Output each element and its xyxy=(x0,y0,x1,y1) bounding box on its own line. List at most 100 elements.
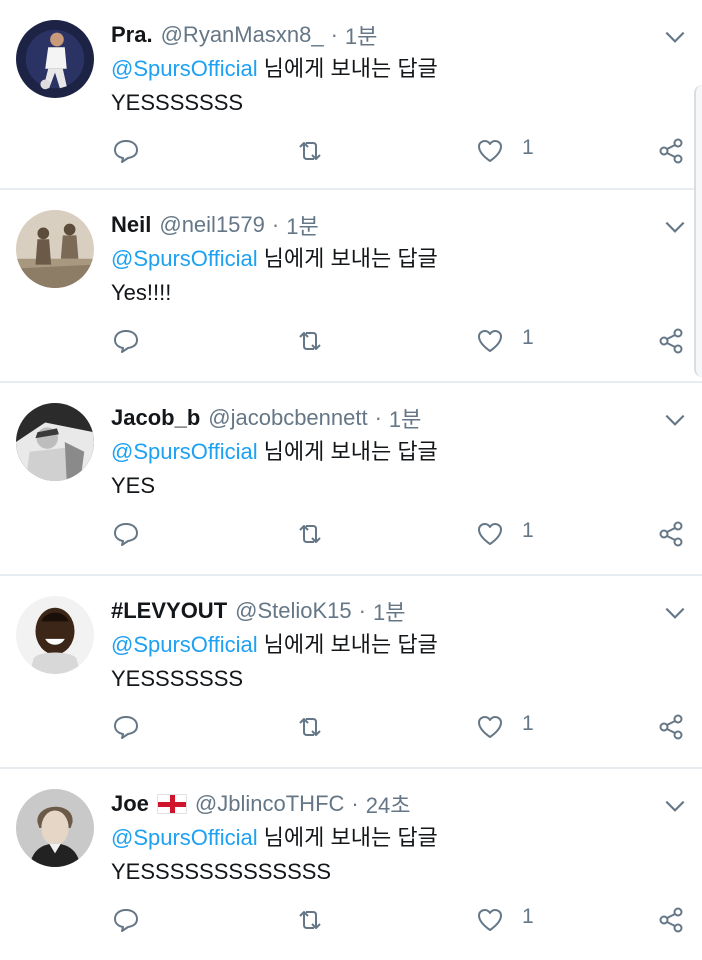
like-button[interactable]: 1 xyxy=(476,135,534,167)
share-icon xyxy=(659,521,683,547)
retweet-icon xyxy=(299,332,321,350)
tweet[interactable]: Neil @neil1579 · 1분 @SpursOfficial 님에게 보내… xyxy=(0,190,702,383)
separator-dot: · xyxy=(271,212,280,237)
mention-link[interactable]: @SpursOfficial xyxy=(111,439,258,464)
like-button[interactable]: 1 xyxy=(476,325,534,357)
separator-dot: · xyxy=(330,22,338,47)
share-button[interactable] xyxy=(658,711,686,743)
display-name[interactable]: Joe xyxy=(111,791,149,817)
tweet-header: Pra. @RyanMasxn8_ · 1분 xyxy=(111,20,377,50)
like-button[interactable]: 1 xyxy=(476,711,534,743)
retweet-button[interactable] xyxy=(296,135,324,167)
display-name[interactable]: Jacob_b xyxy=(111,405,200,431)
tweet[interactable]: Jacob_b @jacobcbennett · 1분 @SpursOffici… xyxy=(0,383,702,576)
tweet-header: Joe @JblincoTHFC · 24초 xyxy=(111,789,410,819)
timestamp[interactable]: 1분 xyxy=(286,209,318,241)
chevron-down-icon[interactable] xyxy=(662,24,688,50)
reply-context: @SpursOfficial 님에게 보내는 답글 xyxy=(111,54,438,84)
reply-context-label: 님에게 보내는 답글 xyxy=(263,56,438,81)
tweet-text: Yes!!!! xyxy=(111,280,172,305)
user-handle[interactable]: @RyanMasxn8_ xyxy=(161,22,324,48)
avatar[interactable] xyxy=(16,789,94,867)
share-button[interactable] xyxy=(658,325,686,357)
display-name[interactable]: #LEVYOUT xyxy=(111,598,227,624)
share-icon xyxy=(659,907,683,933)
reply-icon xyxy=(114,330,138,353)
avatar[interactable] xyxy=(16,20,94,98)
scrollbar[interactable] xyxy=(694,85,702,377)
tweet-header: Neil @neil1579 · 1분 xyxy=(111,210,319,240)
reply-icon xyxy=(114,523,138,546)
timeline: Pra. @RyanMasxn8_ · 1분 @SpursOfficial 님에게… xyxy=(0,0,702,960)
retweet-button[interactable] xyxy=(296,711,324,743)
reply-button[interactable] xyxy=(112,135,140,167)
reply-context-label: 님에게 보내는 답글 xyxy=(263,632,438,657)
like-count: 1 xyxy=(522,712,534,735)
retweet-icon xyxy=(299,911,321,929)
tweet[interactable]: Pra. @RyanMasxn8_ · 1분 @SpursOfficial 님에게… xyxy=(0,0,702,190)
tweet[interactable]: Joe @JblincoTHFC · 24초 @SpursOfficial 님에게… xyxy=(0,769,702,960)
reply-context: @SpursOfficial 님에게 보내는 답글 xyxy=(111,437,438,467)
chevron-down-icon[interactable] xyxy=(662,407,688,433)
like-count: 1 xyxy=(522,136,534,159)
timestamp[interactable]: 1분 xyxy=(345,19,377,51)
reply-icon xyxy=(114,716,138,739)
avatar[interactable] xyxy=(16,210,94,288)
reply-button[interactable] xyxy=(112,518,140,550)
display-name[interactable]: Neil xyxy=(111,212,151,238)
timestamp[interactable]: 1분 xyxy=(389,402,421,434)
chevron-down-icon[interactable] xyxy=(662,600,688,626)
reply-button[interactable] xyxy=(112,711,140,743)
like-button[interactable]: 1 xyxy=(476,904,534,936)
share-icon xyxy=(659,138,683,164)
share-button[interactable] xyxy=(658,518,686,550)
user-handle[interactable]: @neil1579 xyxy=(159,212,265,238)
retweet-button[interactable] xyxy=(296,518,324,550)
timestamp[interactable]: 1분 xyxy=(373,595,405,627)
user-handle[interactable]: @jacobcbennett xyxy=(208,405,367,431)
reply-button[interactable] xyxy=(112,325,140,357)
tweet-header: #LEVYOUT @StelioK15 · 1분 xyxy=(111,596,405,626)
reply-context-label: 님에게 보내는 답글 xyxy=(263,439,438,464)
timestamp[interactable]: 24초 xyxy=(366,788,411,820)
like-button[interactable]: 1 xyxy=(476,518,534,550)
retweet-icon xyxy=(299,142,321,160)
mention-link[interactable]: @SpursOfficial xyxy=(111,246,258,271)
tweet-text: YESSSSSSS xyxy=(111,666,244,691)
tweet-header: Jacob_b @jacobcbennett · 1분 xyxy=(111,403,421,433)
mention-link[interactable]: @SpursOfficial xyxy=(111,825,258,850)
retweet-button[interactable] xyxy=(296,325,324,357)
share-button[interactable] xyxy=(658,904,686,936)
heart-icon xyxy=(478,140,502,162)
user-handle[interactable]: @StelioK15 xyxy=(235,598,352,624)
reply-icon xyxy=(114,909,138,932)
heart-icon xyxy=(478,909,502,931)
england-flag-icon xyxy=(156,794,187,814)
mention-link[interactable]: @SpursOfficial xyxy=(111,632,258,657)
tweet-text: YESSSSSSS xyxy=(111,90,244,115)
separator-dot: · xyxy=(374,405,382,430)
reply-context-label: 님에게 보내는 답글 xyxy=(263,246,438,271)
share-button[interactable] xyxy=(658,135,686,167)
mention-link[interactable]: @SpursOfficial xyxy=(111,56,258,81)
heart-icon xyxy=(478,330,502,352)
share-icon xyxy=(659,714,683,740)
reply-button[interactable] xyxy=(112,904,140,936)
like-count: 1 xyxy=(522,905,534,928)
like-count: 1 xyxy=(522,519,534,542)
separator-dot: · xyxy=(358,598,366,623)
separator-dot: · xyxy=(351,791,359,816)
chevron-down-icon[interactable] xyxy=(662,793,688,819)
user-handle[interactable]: @JblincoTHFC xyxy=(195,791,344,817)
chevron-down-icon[interactable] xyxy=(662,214,688,240)
display-name[interactable]: Pra. xyxy=(111,22,153,48)
reply-context: @SpursOfficial 님에게 보내는 답글 xyxy=(111,244,438,274)
avatar[interactable] xyxy=(16,403,94,481)
tweet[interactable]: #LEVYOUT @StelioK15 · 1분 @SpursOfficial 님… xyxy=(0,576,702,769)
retweet-button[interactable] xyxy=(296,904,324,936)
heart-icon xyxy=(478,716,502,738)
reply-context: @SpursOfficial 님에게 보내는 답글 xyxy=(111,823,438,853)
tweet-text: YESSSSSSSSSSSSS xyxy=(111,859,332,884)
heart-icon xyxy=(478,523,502,545)
avatar[interactable] xyxy=(16,596,94,674)
